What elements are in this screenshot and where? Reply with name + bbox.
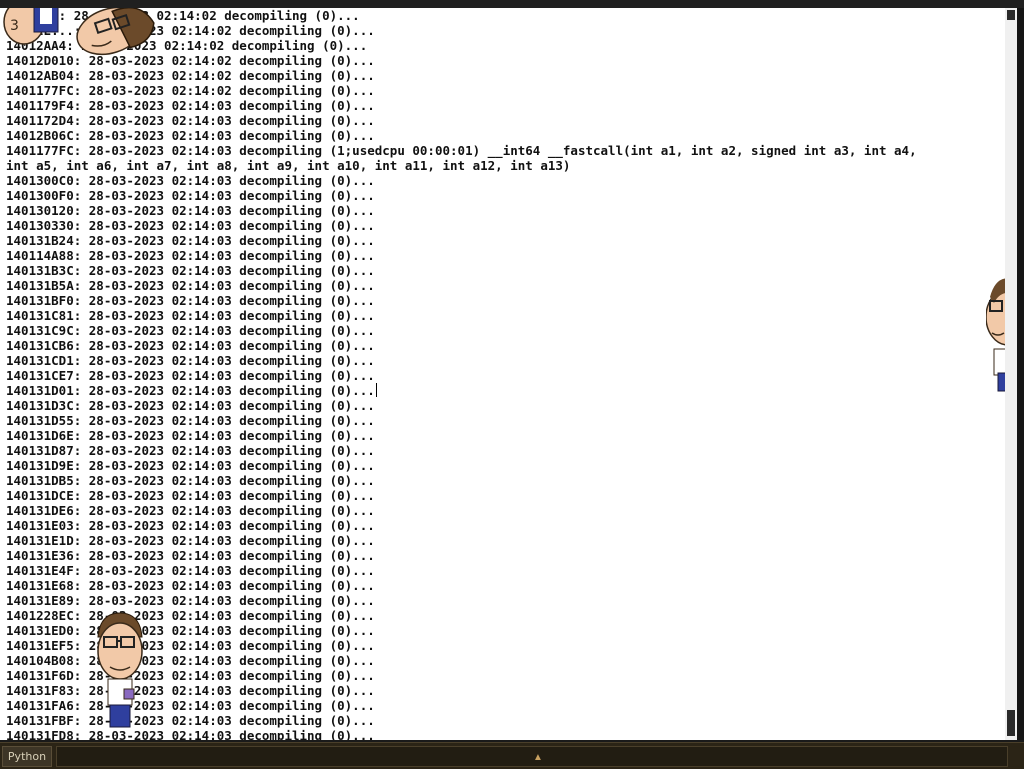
log-line: 140131FD8: 28-03-2023 02:14:03 decompili… bbox=[6, 728, 375, 740]
log-line: 140131DB5: 28-03-2023 02:14:03 decompili… bbox=[6, 473, 375, 488]
log-line: int a5, int a6, int a7, int a8, int a9, … bbox=[6, 158, 571, 173]
log-line: 140131B5A: 28-03-2023 02:14:03 decompili… bbox=[6, 278, 375, 293]
log-line: 140131CE7: 28-03-2023 02:14:03 decompili… bbox=[6, 368, 375, 383]
log-line: 140131C81: 28-03-2023 02:14:03 decompili… bbox=[6, 308, 375, 323]
log-line: 140131D87: 28-03-2023 02:14:03 decompili… bbox=[6, 443, 375, 458]
log-line: 1401300F0: 28-03-2023 02:14:03 decompili… bbox=[6, 188, 375, 203]
log-line: 140131D9E: 28-03-2023 02:14:03 decompili… bbox=[6, 458, 375, 473]
hank-sprite-top-left-b[interactable] bbox=[58, 8, 168, 62]
log-line: 140131CD1: 28-03-2023 02:14:03 decompili… bbox=[6, 353, 375, 368]
log-line: 140131B3C: 28-03-2023 02:14:03 decompili… bbox=[6, 263, 375, 278]
vertical-scrollbar[interactable] bbox=[1005, 8, 1017, 740]
log-line: 140131E03: 28-03-2023 02:14:03 decompili… bbox=[6, 518, 375, 533]
log-line: 140131E68: 28-03-2023 02:14:03 decompili… bbox=[6, 578, 375, 593]
log-line: 14012AB04: 28-03-2023 02:14:02 decompili… bbox=[6, 68, 375, 83]
log-line: 1401300C0: 28-03-2023 02:14:03 decompili… bbox=[6, 173, 375, 188]
log-line: 140131D01: 28-03-2023 02:14:03 decompili… bbox=[6, 383, 377, 398]
command-input[interactable]: ▲ bbox=[56, 746, 1008, 767]
log-line: 1401179F4: 28-03-2023 02:14:03 decompili… bbox=[6, 98, 375, 113]
svg-text:3: 3 bbox=[10, 18, 19, 34]
log-line: 1401172D4: 28-03-2023 02:14:03 decompili… bbox=[6, 113, 375, 128]
log-line: 1401177FC: 28-03-2023 02:14:03 decompili… bbox=[6, 143, 917, 158]
log-line: 140131D55: 28-03-2023 02:14:03 decompili… bbox=[6, 413, 375, 428]
log-line: 140131DCE: 28-03-2023 02:14:03 decompili… bbox=[6, 488, 375, 503]
scrollbar-thumb[interactable] bbox=[1007, 710, 1015, 736]
input-cursor-icon: ▲ bbox=[533, 752, 543, 763]
log-line: 140131D3C: 28-03-2023 02:14:03 decompili… bbox=[6, 398, 375, 413]
log-line: 140131BF0: 28-03-2023 02:14:03 decompili… bbox=[6, 293, 375, 308]
text-cursor bbox=[375, 383, 377, 397]
log-line: 140131E89: 28-03-2023 02:14:03 decompili… bbox=[6, 593, 375, 608]
log-line: 140131D6E: 28-03-2023 02:14:03 decompili… bbox=[6, 428, 375, 443]
log-line: 140131B24: 28-03-2023 02:14:03 decompili… bbox=[6, 233, 375, 248]
scrollbar-top-arrow[interactable] bbox=[1007, 10, 1015, 20]
hank-sprite-right-edge[interactable] bbox=[986, 273, 1005, 398]
log-line: 140131E4F: 28-03-2023 02:14:03 decompili… bbox=[6, 563, 375, 578]
log-line: 140131E36: 28-03-2023 02:14:03 decompili… bbox=[6, 548, 375, 563]
log-line: 14012B06C: 28-03-2023 02:14:03 decompili… bbox=[6, 128, 375, 143]
window-top-border bbox=[0, 0, 1024, 8]
taskbar: Python ▲ bbox=[0, 742, 1024, 769]
log-line: 140114A88: 28-03-2023 02:14:03 decompili… bbox=[6, 248, 375, 263]
log-line: 1401177FC: 28-03-2023 02:14:02 decompili… bbox=[6, 83, 375, 98]
log-line: 140131CB6: 28-03-2023 02:14:03 decompili… bbox=[6, 338, 375, 353]
console-window: 1401...: 28-03-2023 02:14:02 decompiling… bbox=[0, 0, 1024, 769]
python-task-button[interactable]: Python bbox=[2, 746, 52, 767]
hank-sprite-top-left-a[interactable]: 3 bbox=[0, 8, 60, 52]
log-line: 140131DE6: 28-03-2023 02:14:03 decompili… bbox=[6, 503, 375, 518]
console-output[interactable]: 1401...: 28-03-2023 02:14:02 decompiling… bbox=[0, 8, 1005, 740]
log-line: 140130330: 28-03-2023 02:14:03 decompili… bbox=[6, 218, 375, 233]
log-line: 140131E1D: 28-03-2023 02:14:03 decompili… bbox=[6, 533, 375, 548]
log-line: 140130120: 28-03-2023 02:14:03 decompili… bbox=[6, 203, 375, 218]
hank-sprite-bottom[interactable] bbox=[92, 611, 148, 729]
log-line: 140131C9C: 28-03-2023 02:14:03 decompili… bbox=[6, 323, 375, 338]
window-right-border bbox=[1017, 8, 1024, 740]
